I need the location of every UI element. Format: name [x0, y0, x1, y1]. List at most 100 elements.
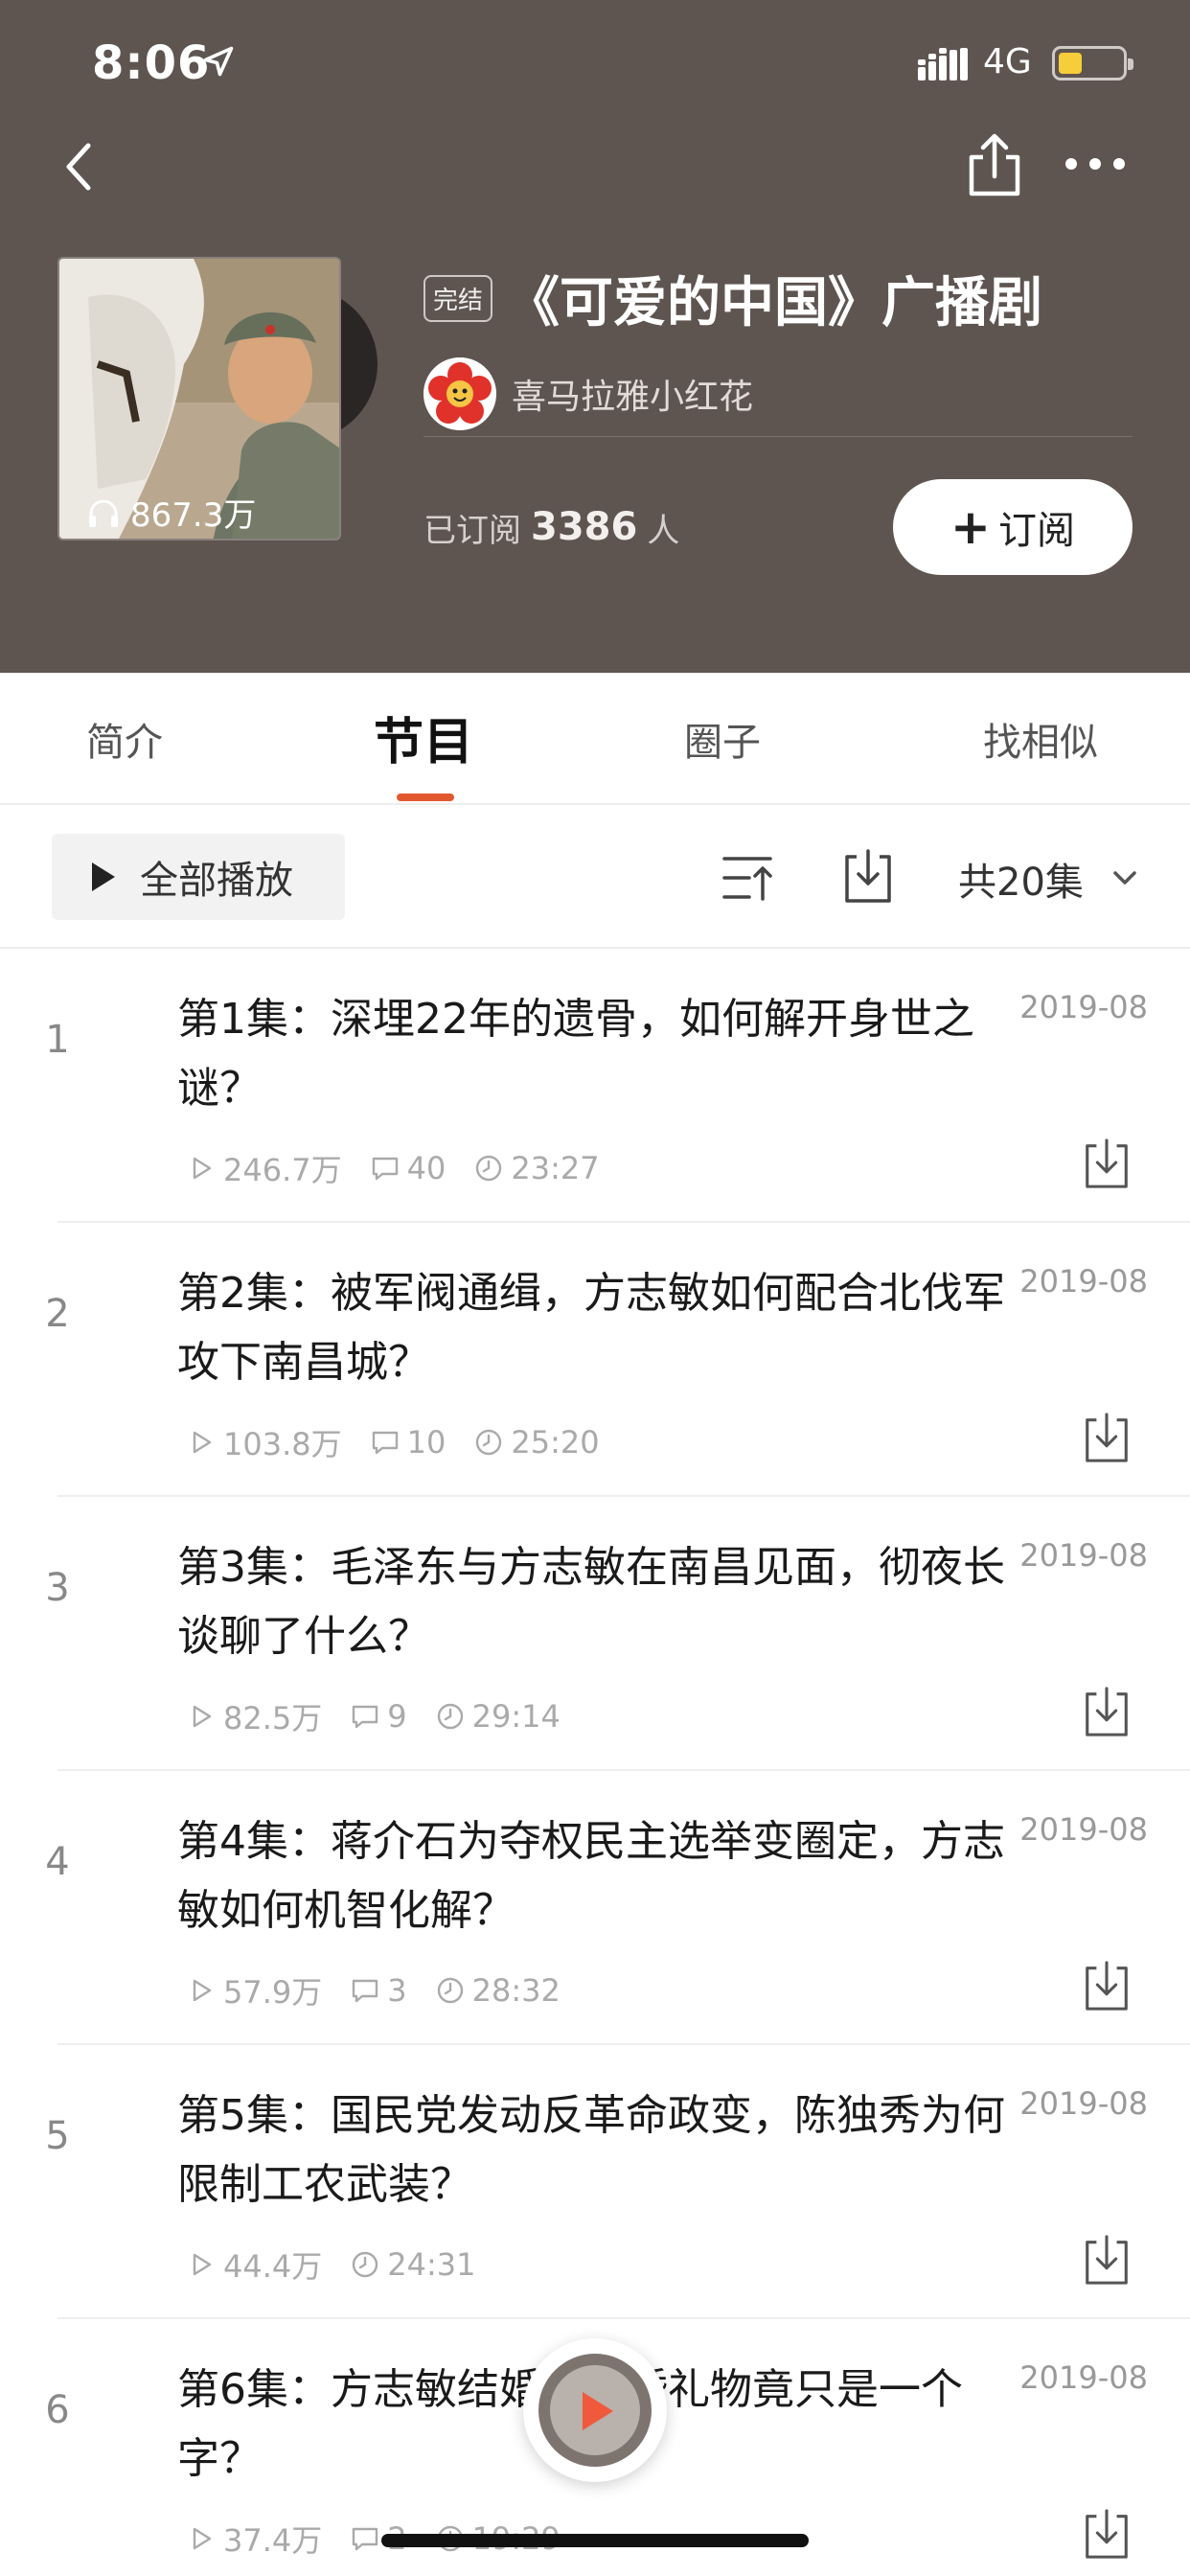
episode-row[interactable]: 2 第2集：被军阀通缉，方志敏如何配合北伐军攻下南昌城？ 2019-08 103.8万…: [45, 1223, 1190, 1497]
tab-similar[interactable]: 找相似: [983, 711, 1098, 767]
episode-date: 2019-08: [1019, 2359, 1148, 2396]
comment-icon: [372, 1157, 398, 1181]
play-count-icon: [193, 2527, 212, 2550]
episode-comments: 10: [371, 1424, 446, 1460]
download-icon[interactable]: [1081, 2233, 1133, 2287]
episode-comments-value: 40: [406, 1150, 446, 1186]
episode-duration-value: 23:27: [511, 1150, 600, 1186]
author-row[interactable]: 喜马拉雅小红花: [423, 356, 1133, 437]
episode-plays-value: 103.8万: [223, 1426, 342, 1462]
title-row: 完结 《可爱的中国》广播剧: [423, 257, 1133, 339]
episode-row[interactable]: 3 第3集：毛泽东与方志敏在南昌见面，彻夜长谈聊了什么？ 2019-08 82.5万 9…: [45, 1497, 1190, 1771]
episode-duration: 29:14: [436, 1698, 561, 1735]
avatar[interactable]: [423, 356, 496, 430]
episode-plays-value: 82.5万: [223, 1700, 323, 1736]
subscribed-unit: 人: [647, 511, 680, 550]
sort-icon[interactable]: [721, 851, 774, 905]
play-all-label: 全部播放: [140, 859, 293, 903]
play-count-icon: [193, 2253, 212, 2276]
clock-icon: [437, 1703, 463, 1730]
episode-duration-value: 25:20: [511, 1424, 600, 1460]
batch-download-icon[interactable]: [841, 847, 895, 905]
episode-duration-value: 29:14: [471, 1698, 561, 1735]
episode-title[interactable]: 第5集：国民党发动反革命政变，陈独秀为何限制工农武装？: [177, 2082, 1011, 2220]
album-cover: 867.3万: [57, 257, 341, 540]
episode-duration: 24:31: [351, 2246, 475, 2283]
album-info: 完结 《可爱的中国》广播剧 喜马拉雅小红花 已订阅 3386 人 + 订阅: [423, 257, 1133, 575]
episode-meta: 82.5万 9 29:14: [187, 1694, 589, 1738]
download-icon[interactable]: [1081, 2507, 1133, 2561]
episode-meta: 57.9万 3 28:32: [187, 1968, 589, 2012]
tab-episodes[interactable]: 节目: [374, 702, 473, 773]
signal-strength-icon: [918, 48, 968, 80]
episode-index: 2: [45, 1292, 70, 1336]
headphones-icon: [89, 499, 118, 527]
episode-index: 5: [45, 2114, 70, 2158]
subscribe-row: 已订阅 3386 人 + 订阅: [423, 479, 1133, 575]
episode-duration: 25:20: [474, 1424, 600, 1460]
episode-comments: 3: [351, 1972, 407, 2009]
episode-comments-value: 9: [387, 1698, 407, 1735]
more-icon[interactable]: [1064, 150, 1127, 178]
episode-row[interactable]: 5 第5集：国民党发动反革命政变，陈独秀为何限制工农武装？ 2019-08 44.4万…: [45, 2045, 1190, 2319]
flower-avatar-icon: [423, 356, 496, 430]
chevron-down-icon[interactable]: [1108, 861, 1142, 895]
episode-meta: 103.8万 10 25:20: [187, 1420, 629, 1464]
episode-row[interactable]: 1 第1集：深埋22年的遗骨，如何解开身世之谜？ 2019-08 246.7万 40 23…: [45, 949, 1190, 1223]
episode-index: 6: [45, 2388, 70, 2432]
active-tab-indicator: [397, 794, 454, 801]
location-arrow-icon: [203, 46, 234, 77]
episode-plays-value: 246.7万: [223, 1152, 342, 1188]
episode-title[interactable]: 第3集：毛泽东与方志敏在南昌见面，彻夜长谈聊了什么？: [177, 1533, 1011, 1671]
tab-intro[interactable]: 简介: [86, 711, 163, 767]
play-count-icon: [193, 1705, 212, 1728]
play-count-icon: [193, 1979, 212, 2002]
status-bar: 8:06 4G: [0, 0, 1190, 125]
episode-row[interactable]: 4 第4集：蒋介石为夺权民主选举变圈定，方志敏如何机智化解？ 2019-08 57.9…: [45, 1771, 1190, 2045]
episode-date: 2019-08: [1019, 1811, 1148, 1848]
album-header: 8:06 4G 867.3万 完结 《可爱的中国》广播剧 喜马拉雅小红花 已订阅…: [0, 0, 1190, 673]
episode-title[interactable]: 第2集：被军阀通缉，方志敏如何配合北伐军攻下南昌城？: [177, 1259, 1011, 1397]
comment-icon: [353, 1979, 378, 2003]
author-name[interactable]: 喜马拉雅小红花: [512, 369, 753, 419]
episode-list: 1 第1集：深埋22年的遗骨，如何解开身世之谜？ 2019-08 246.7万 40 23…: [0, 949, 1190, 2576]
episode-duration-value: 24:31: [387, 2246, 476, 2283]
episode-meta: 44.4万 24:31: [187, 2242, 504, 2287]
download-icon[interactable]: [1081, 1411, 1133, 1464]
episode-comments: 9: [351, 1698, 407, 1735]
download-icon[interactable]: [1081, 1959, 1133, 2012]
status-time: 8:06: [92, 36, 211, 90]
episode-plays: 37.4万: [187, 2517, 322, 2561]
comment-icon: [372, 1431, 398, 1455]
episode-title[interactable]: 第1集：深埋22年的遗骨，如何解开身世之谜？: [177, 985, 1011, 1123]
download-icon[interactable]: [1081, 1685, 1133, 1738]
subscribe-button[interactable]: + 订阅: [893, 479, 1133, 575]
mini-player-button[interactable]: [523, 2338, 667, 2482]
clock-icon: [476, 1155, 502, 1182]
episode-duration-value: 28:32: [471, 1972, 561, 2009]
cover-plays: 867.3万: [86, 489, 256, 536]
share-icon[interactable]: [962, 130, 1027, 199]
battery-icon: [1052, 46, 1133, 80]
episode-comments: 40: [371, 1150, 446, 1186]
play-count: 867.3万: [130, 496, 257, 535]
play-icon: [583, 2392, 613, 2430]
clock-icon: [476, 1429, 502, 1456]
back-icon[interactable]: [56, 138, 103, 196]
tab-circle[interactable]: 圈子: [684, 711, 761, 767]
play-all-button[interactable]: 全部播放: [52, 834, 345, 920]
episode-index: 1: [45, 1018, 70, 1062]
episode-plays-value: 37.4万: [223, 2522, 323, 2559]
clock-icon: [353, 2251, 378, 2278]
comment-icon: [353, 2527, 378, 2551]
play-count-icon: [193, 1157, 212, 1180]
episode-meta: 246.7万 40 23:27: [187, 1146, 629, 1190]
episode-title[interactable]: 第4集：蒋介石为夺权民主选举变圈定，方志敏如何机智化解？: [177, 1807, 1011, 1945]
album-title: 《可爱的中国》广播剧: [506, 271, 1043, 334]
episode-plays: 82.5万: [187, 1694, 322, 1738]
clock-icon: [437, 1977, 463, 2004]
download-icon[interactable]: [1081, 1137, 1133, 1190]
episode-plays: 44.4万: [187, 2242, 322, 2287]
plus-icon: +: [950, 499, 991, 555]
episode-count[interactable]: 共20集: [958, 851, 1084, 907]
